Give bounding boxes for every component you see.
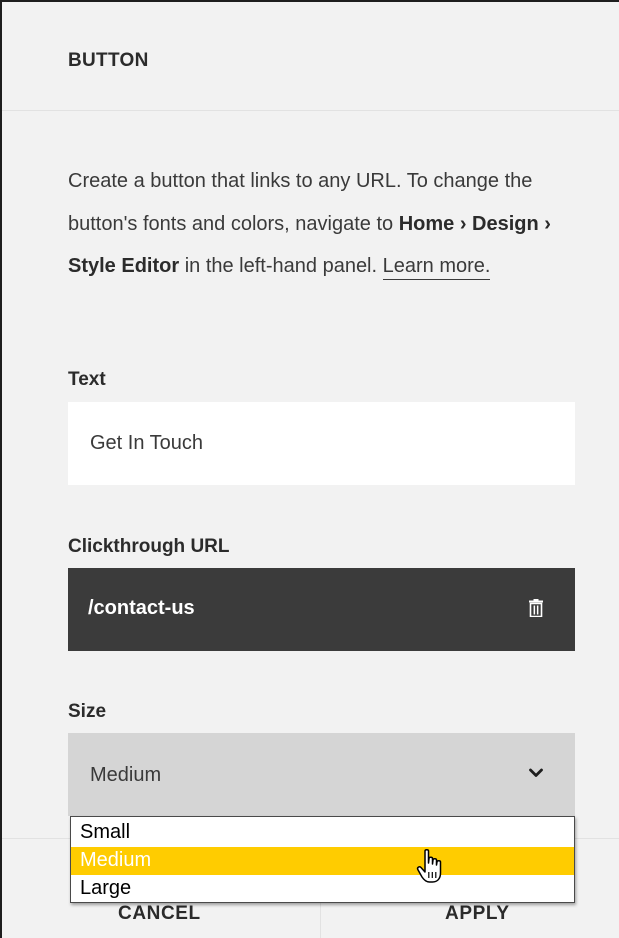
clickthrough-url-value: /contact-us (88, 597, 195, 619)
text-input[interactable] (68, 402, 575, 485)
chevron-down-icon (529, 768, 543, 777)
apply-button[interactable]: APPLY (445, 903, 510, 925)
size-option-large[interactable]: Large (71, 875, 574, 903)
size-select[interactable]: Medium (68, 733, 575, 816)
size-option-small[interactable]: Small (71, 819, 574, 847)
clickthrough-url-field[interactable]: /contact-us (68, 568, 575, 651)
description-text: Create a button that links to any URL. T… (68, 160, 578, 288)
size-select-value: Medium (90, 764, 162, 786)
size-option-medium[interactable]: Medium (71, 847, 574, 875)
size-dropdown-list: Small Medium Large (70, 816, 575, 903)
trash-icon[interactable] (529, 599, 543, 617)
learn-more-link[interactable]: Learn more. (382, 255, 491, 280)
size-label: Size (68, 701, 107, 722)
panel-header: BUTTON (2, 2, 619, 111)
cancel-button[interactable]: CANCEL (118, 903, 201, 925)
text-field-label: Text (68, 369, 106, 390)
panel-title: BUTTON (68, 50, 149, 71)
clickthrough-url-label: Clickthrough URL (68, 536, 230, 557)
button-block-editor: BUTTON Create a button that links to any… (0, 0, 619, 938)
description-text-after: in the left-hand panel. (179, 255, 383, 277)
hand-pointer-cursor-icon (416, 848, 442, 883)
